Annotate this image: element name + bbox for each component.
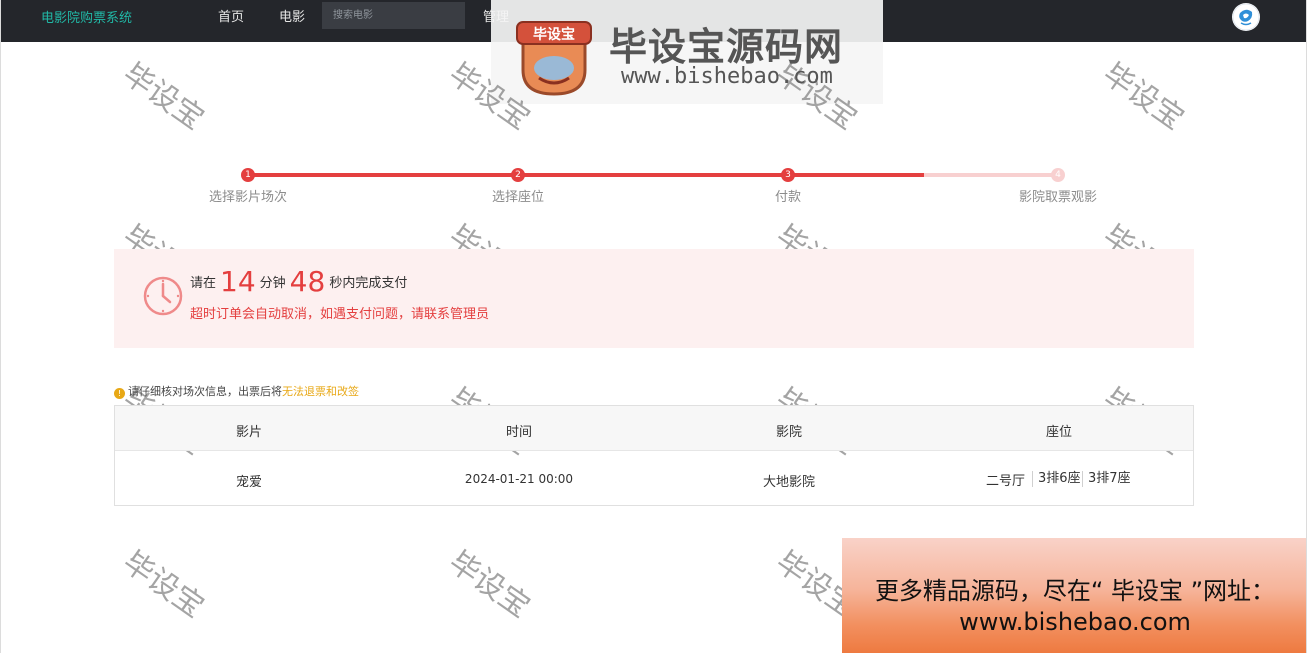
step-dot-4: 4 <box>1051 168 1065 182</box>
page: 电影院购票系统 首页 电影 管理 毕设宝 毕设宝源码网 www.bishebao… <box>0 0 1307 653</box>
countdown-suffix: 秒内完成支付 <box>329 276 408 291</box>
order-table: 影片 时间 影院 座位 宠爱 2024-01-21 00:00 大地影院 二号厅… <box>114 405 1194 506</box>
promo-banner: 更多精品源码，尽在“ 毕设宝 ”网址： www.bishebao.com <box>842 538 1306 653</box>
diagonal-watermark: 毕设宝 <box>116 544 211 625</box>
column-header-time: 时间 <box>505 425 533 440</box>
nav-item-home[interactable]: 首页 <box>218 6 244 25</box>
countdown-minutes-unit: 分钟 <box>259 276 286 291</box>
cell-movie: 宠爱 <box>235 475 263 490</box>
table-header: 影片 时间 影院 座位 <box>115 406 1193 451</box>
column-header-cinema: 影院 <box>775 425 803 440</box>
order-steps: 1 选择影片场次 2 选择座位 3 付款 4 影院取票观影 <box>114 166 1194 206</box>
diagonal-watermark: 毕设宝 <box>442 544 537 625</box>
countdown-prefix: 请在 <box>190 276 217 291</box>
step-progress-line <box>248 173 924 177</box>
cell-time: 2024-01-21 00:00 <box>464 472 574 486</box>
payment-countdown: 请在 14 分钟 48 秒内完成支付 超时订单会自动取消，如遇支付问题，请联系管理员 <box>114 249 1194 348</box>
step-label-3: 付款 <box>774 190 802 205</box>
notice-highlight: 无法退票和改签 <box>282 385 359 398</box>
promo-line2: www.bishebao.com <box>959 608 1191 636</box>
countdown-minutes: 14 <box>220 265 256 298</box>
step-label-4: 影院取票观影 <box>1018 190 1098 205</box>
watermark-logo-icon: 毕设宝 <box>516 21 592 96</box>
seat-tag: 3排6座 <box>1032 471 1081 487</box>
step-label-2: 选择座位 <box>491 190 545 205</box>
search-input[interactable] <box>322 2 465 29</box>
clock-icon <box>143 276 183 316</box>
watermark-title: 毕设宝源码网 <box>609 25 844 69</box>
notice-text: ! 请仔细核对场次信息，出票后将无法退票和改签 <box>114 383 359 399</box>
watermark-logo-text: 毕设宝 <box>533 26 575 43</box>
column-header-seat: 座位 <box>1045 425 1073 440</box>
cell-hall: 二号厅 <box>986 474 1026 489</box>
watermark-url: www.bishebao.com <box>621 64 833 89</box>
step-dot-3: 3 <box>781 168 795 182</box>
diagonal-watermark: 毕设宝 <box>116 56 211 137</box>
brand-link[interactable]: 电影院购票系统 <box>41 7 132 26</box>
nav-item-movies[interactable]: 电影 <box>279 6 305 25</box>
step-dot-2: 2 <box>511 168 525 182</box>
info-icon: ! <box>114 388 125 399</box>
watermark-banner: 毕设宝 毕设宝源码网 www.bishebao.com <box>491 0 883 104</box>
step-pending-line <box>924 173 1059 177</box>
notice-message: 请仔细核对场次信息，出票后将 <box>128 385 282 398</box>
avatar-icon <box>1232 3 1260 31</box>
promo-line1: 更多精品源码，尽在“ 毕设宝 ”网址： <box>874 577 1276 605</box>
avatar[interactable] <box>1232 3 1260 31</box>
cell-cinema: 大地影院 <box>762 475 816 490</box>
countdown-warning: 超时订单会自动取消，如遇支付问题，请联系管理员 <box>190 307 490 322</box>
diagonal-watermark: 毕设宝 <box>1096 56 1191 137</box>
seat-tag: 3排7座 <box>1082 471 1131 487</box>
countdown-seconds: 48 <box>289 265 326 298</box>
step-label-1: 选择影片场次 <box>208 190 288 205</box>
countdown-text: 请在 14 分钟 48 秒内完成支付 <box>190 265 407 298</box>
column-header-movie: 影片 <box>235 425 263 440</box>
step-dot-1: 1 <box>241 168 255 182</box>
